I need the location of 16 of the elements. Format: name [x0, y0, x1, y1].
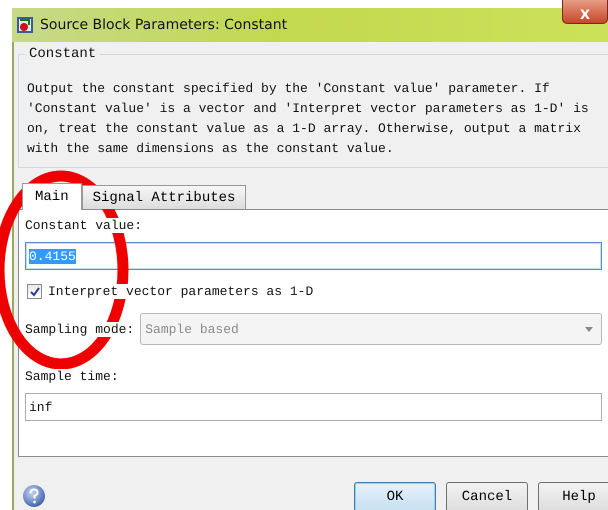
dialog-button[interactable]: Cancel — [446, 482, 528, 510]
checkbox-label: Interpret vector parameters as 1-D — [48, 284, 314, 299]
caret-icon — [585, 326, 593, 332]
block-diagram-icon — [16, 16, 34, 34]
close-button[interactable]: X — [562, 0, 608, 24]
dialog-button[interactable]: OK — [354, 482, 436, 510]
tab[interactable]: Signal Attributes — [82, 185, 246, 209]
description-text: Output the constant specified by the 'Constant value' parameter. If 'Constant value' is a vector and 'Interpret vector parameters as 1-D' is on, treat the constant value as a 1-D array. Otherwise, output a matrix with the same dimensions as the constant value. — [27, 80, 590, 158]
field-label: Sampling mode: — [25, 322, 134, 336]
tab[interactable]: Main — [22, 183, 82, 210]
help-icon[interactable] — [22, 484, 46, 508]
field-label: Sample time: — [25, 369, 119, 384]
window-title: Source Block Parameters: Constant — [40, 17, 288, 33]
input-field[interactable]: inf — [25, 393, 602, 421]
checkbox[interactable] — [27, 284, 42, 299]
dialog-button[interactable]: Help — [538, 482, 608, 510]
